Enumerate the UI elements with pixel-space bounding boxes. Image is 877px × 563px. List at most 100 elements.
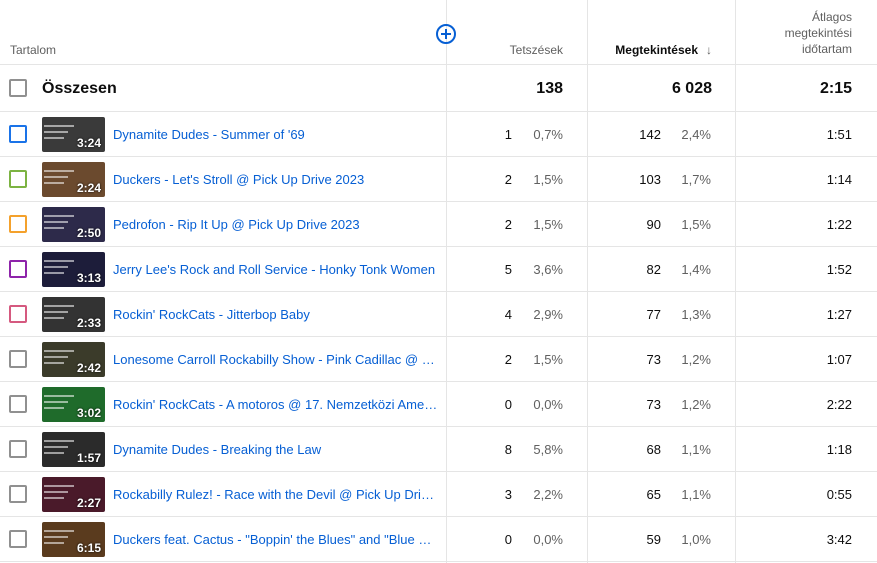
video-duration: 2:50 xyxy=(76,226,101,240)
avg-duration-value: 1:14 xyxy=(826,172,852,187)
table-row[interactable]: 2:50 Pedrofon - Rip It Up @ Pick Up Driv… xyxy=(0,202,877,247)
video-thumbnail[interactable]: 2:24 xyxy=(42,162,105,197)
views-value: 59 xyxy=(646,532,661,547)
avg-duration-value: 3:42 xyxy=(826,532,852,547)
video-thumbnail[interactable]: 3:02 xyxy=(42,387,105,422)
table-row[interactable]: 3:13 Jerry Lee's Rock and Roll Service -… xyxy=(0,247,877,292)
video-title-link[interactable]: Rockabilly Rulez! - Race with the Devil … xyxy=(113,487,438,502)
likes-value: 0 xyxy=(504,532,512,547)
likes-value: 2 xyxy=(504,172,512,187)
likes-percent: 1,5% xyxy=(533,352,563,367)
likes-percent: 0,7% xyxy=(533,127,563,142)
row-checkbox[interactable] xyxy=(9,485,27,503)
video-thumbnail[interactable]: 2:27 xyxy=(42,477,105,512)
table-row[interactable]: 2:24 Duckers - Let's Stroll @ Pick Up Dr… xyxy=(0,157,877,202)
video-title-link[interactable]: Lonesome Carroll Rockabilly Show - Pink … xyxy=(113,352,438,367)
video-title-link[interactable]: Rockin' RockCats - Jitterbop Baby xyxy=(113,307,438,322)
video-title-link[interactable]: Dynamite Dudes - Breaking the Law xyxy=(113,442,438,457)
likes-value: 1 xyxy=(504,127,512,142)
thumbnail-text-line xyxy=(44,446,68,448)
video-thumbnail[interactable]: 2:42 xyxy=(42,342,105,377)
thumbnail-text-line xyxy=(44,260,74,262)
video-title-link[interactable]: Dynamite Dudes - Summer of '69 xyxy=(113,127,438,142)
total-label: Összesen xyxy=(42,80,117,97)
row-checkbox[interactable] xyxy=(9,395,27,413)
likes-percent: 3,6% xyxy=(533,262,563,277)
thumbnail-text-line xyxy=(44,317,64,319)
avg-duration-value: 0:55 xyxy=(826,487,852,502)
thumbnail-text-line xyxy=(44,485,74,487)
video-duration: 2:24 xyxy=(76,181,101,195)
header-avg-duration[interactable]: Átlagos megtekintési időtartam xyxy=(736,9,852,57)
likes-value: 0 xyxy=(504,397,512,412)
thumbnail-text-line xyxy=(44,452,64,454)
video-title-link[interactable]: Rockin' RockCats - A motoros @ 17. Nemze… xyxy=(113,397,438,412)
table-row[interactable]: 3:02 Rockin' RockCats - A motoros @ 17. … xyxy=(0,382,877,427)
avg-duration-value: 1:18 xyxy=(826,442,852,457)
row-checkbox[interactable] xyxy=(9,260,27,278)
table-row[interactable]: 3:24 Dynamite Dudes - Summer of '69 1 0,… xyxy=(0,112,877,157)
video-thumbnail[interactable]: 1:57 xyxy=(42,432,105,467)
header-avg-line: időtartam xyxy=(801,42,852,56)
table-row[interactable]: 2:33 Rockin' RockCats - Jitterbop Baby 4… xyxy=(0,292,877,337)
avg-duration-value: 1:52 xyxy=(826,262,852,277)
row-checkbox[interactable] xyxy=(9,350,27,368)
views-value: 77 xyxy=(646,307,661,322)
arrow-down-icon: ↓ xyxy=(706,43,712,57)
total-likes: 138 xyxy=(536,80,563,97)
thumbnail-text-line xyxy=(44,536,68,538)
video-title-link[interactable]: Pedrofon - Rip It Up @ Pick Up Drive 202… xyxy=(113,217,438,232)
total-views: 6 028 xyxy=(671,80,712,97)
video-thumbnail[interactable]: 3:24 xyxy=(42,117,105,152)
header-avg-line: Átlagos xyxy=(811,10,852,24)
video-title-link[interactable]: Duckers - Let's Stroll @ Pick Up Drive 2… xyxy=(113,172,438,187)
avg-duration-value: 2:22 xyxy=(826,397,852,412)
views-percent: 1,7% xyxy=(681,172,711,187)
table-row[interactable]: 2:42 Lonesome Carroll Rockabilly Show - … xyxy=(0,337,877,382)
video-duration: 2:42 xyxy=(76,361,101,375)
row-checkbox[interactable] xyxy=(9,440,27,458)
row-checkbox[interactable] xyxy=(9,305,27,323)
thumbnail-text-line xyxy=(44,266,68,268)
select-all-checkbox[interactable] xyxy=(9,79,27,97)
views-percent: 1,1% xyxy=(681,487,711,502)
video-thumbnail[interactable]: 2:33 xyxy=(42,297,105,332)
video-duration: 6:15 xyxy=(76,541,101,555)
add-column-icon[interactable] xyxy=(436,24,456,44)
header-views[interactable]: Megtekintések ↓ xyxy=(588,43,712,57)
thumbnail-text-line xyxy=(44,407,64,409)
video-thumbnail[interactable]: 2:50 xyxy=(42,207,105,242)
header-likes[interactable]: Tetszések xyxy=(447,43,563,57)
avg-duration-value: 1:27 xyxy=(826,307,852,322)
avg-duration-value: 1:07 xyxy=(826,352,852,367)
video-title-link[interactable]: Jerry Lee's Rock and Roll Service - Honk… xyxy=(113,262,438,277)
table-header: Tartalom Tetszések Megtekintések ↓ Átlago… xyxy=(0,0,877,65)
thumbnail-text-line xyxy=(44,170,74,172)
views-value: 90 xyxy=(646,217,661,232)
row-checkbox[interactable] xyxy=(9,170,27,188)
row-checkbox[interactable] xyxy=(9,215,27,233)
table-row[interactable]: 6:15 Duckers feat. Cactus - "Boppin' the… xyxy=(0,517,877,562)
row-checkbox[interactable] xyxy=(9,530,27,548)
views-percent: 1,0% xyxy=(681,532,711,547)
thumbnail-text-line xyxy=(44,215,74,217)
thumbnail-text-line xyxy=(44,401,68,403)
video-duration: 3:24 xyxy=(76,136,101,150)
video-title-link[interactable]: Duckers feat. Cactus - "Boppin' the Blue… xyxy=(113,532,438,547)
views-value: 142 xyxy=(639,127,661,142)
likes-value: 8 xyxy=(504,442,512,457)
thumbnail-text-line xyxy=(44,356,68,358)
thumbnail-text-line xyxy=(44,395,74,397)
video-thumbnail[interactable]: 6:15 xyxy=(42,522,105,557)
views-percent: 1,1% xyxy=(681,442,711,457)
row-checkbox[interactable] xyxy=(9,125,27,143)
likes-value: 2 xyxy=(504,217,512,232)
thumbnail-text-line xyxy=(44,350,74,352)
video-thumbnail[interactable]: 3:13 xyxy=(42,252,105,287)
views-percent: 1,5% xyxy=(681,217,711,232)
table-row[interactable]: 1:57 Dynamite Dudes - Breaking the Law 8… xyxy=(0,427,877,472)
likes-percent: 0,0% xyxy=(533,532,563,547)
likes-value: 3 xyxy=(504,487,512,502)
table-row[interactable]: 2:27 Rockabilly Rulez! - Race with the D… xyxy=(0,472,877,517)
video-duration: 2:27 xyxy=(76,496,101,510)
